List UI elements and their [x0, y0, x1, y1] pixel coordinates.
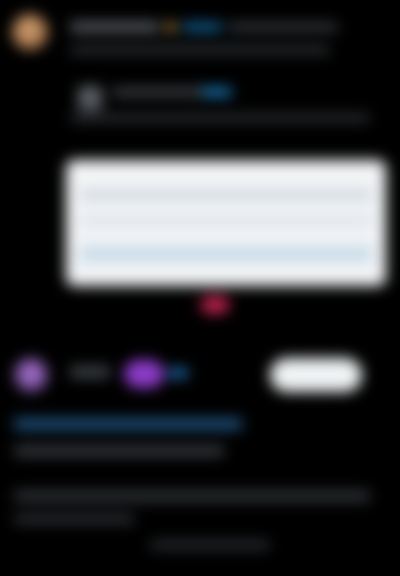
author-handle[interactable]: [168, 368, 188, 378]
feed: [0, 0, 400, 576]
author-name[interactable]: [70, 22, 160, 32]
quoted-handle[interactable]: [202, 88, 232, 96]
heart-icon[interactable]: [200, 296, 230, 314]
media-line: [80, 216, 372, 226]
avatar[interactable]: [14, 358, 48, 392]
tweet-text: [70, 46, 330, 54]
quoted-author[interactable]: [112, 88, 232, 96]
quoted-avatar[interactable]: [78, 86, 102, 110]
badge-icon: [124, 360, 164, 388]
media-line: [80, 246, 372, 262]
avatar[interactable]: [12, 14, 48, 50]
tweet-header: [70, 20, 340, 34]
author-name[interactable]: [70, 366, 110, 378]
post-text-line: [14, 514, 134, 524]
media-card[interactable]: [66, 160, 386, 286]
media-line: [80, 190, 372, 200]
tweet-meta: [228, 23, 338, 31]
follow-button[interactable]: [270, 358, 362, 392]
post-text-line: [14, 490, 370, 502]
post-link[interactable]: [14, 418, 242, 430]
post-text-line: [14, 446, 224, 456]
quoted-text: [70, 114, 370, 122]
post-text-line: [150, 540, 270, 550]
verified-badge-icon: [166, 22, 176, 32]
author-handle[interactable]: [182, 23, 222, 31]
